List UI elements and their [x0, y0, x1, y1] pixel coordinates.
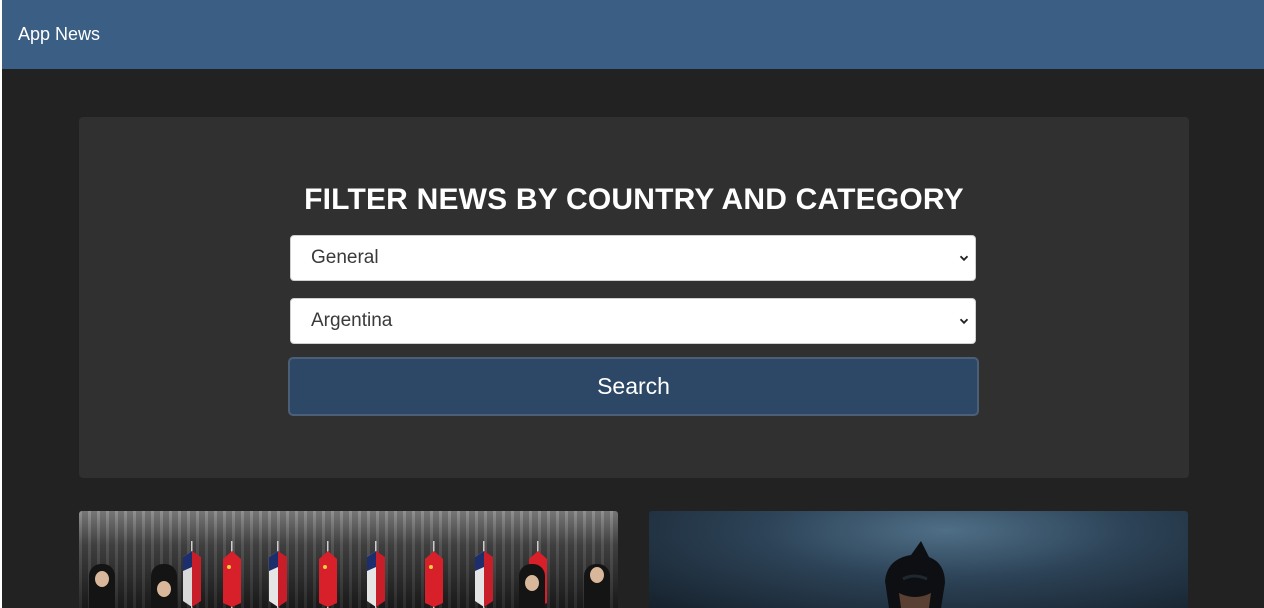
chevron-down-icon	[959, 318, 969, 325]
news-card-image	[649, 511, 1188, 608]
brand-link[interactable]: App News	[18, 24, 100, 45]
news-card[interactable]	[649, 511, 1188, 608]
person-head	[157, 581, 171, 597]
category-select[interactable]: General	[290, 235, 976, 281]
masked-hero-figure	[885, 541, 945, 608]
person-head	[525, 575, 539, 591]
flag-image	[183, 541, 201, 608]
person-head	[95, 571, 109, 587]
search-button[interactable]: Search	[288, 357, 979, 416]
flag-image	[367, 541, 385, 608]
flag-image	[319, 541, 337, 608]
flag-image	[475, 541, 493, 608]
window-edge	[0, 0, 2, 608]
flag-image	[223, 541, 241, 608]
news-card-image	[79, 511, 618, 608]
country-select[interactable]: Argentina	[290, 298, 976, 344]
flag-image	[269, 541, 287, 608]
top-navbar: App News	[2, 0, 1264, 69]
chevron-down-icon	[959, 255, 969, 262]
filter-title: FILTER NEWS BY COUNTRY AND CATEGORY	[304, 183, 964, 216]
news-card[interactable]	[79, 511, 618, 608]
country-select-value: Argentina	[311, 310, 393, 331]
app-page: App News FILTER NEWS BY COUNTRY AND CATE…	[0, 0, 1264, 608]
category-select-value: General	[311, 247, 379, 268]
filter-panel: FILTER NEWS BY COUNTRY AND CATEGORY Gene…	[79, 117, 1189, 478]
flag-image	[425, 541, 443, 608]
person-head	[590, 567, 604, 583]
